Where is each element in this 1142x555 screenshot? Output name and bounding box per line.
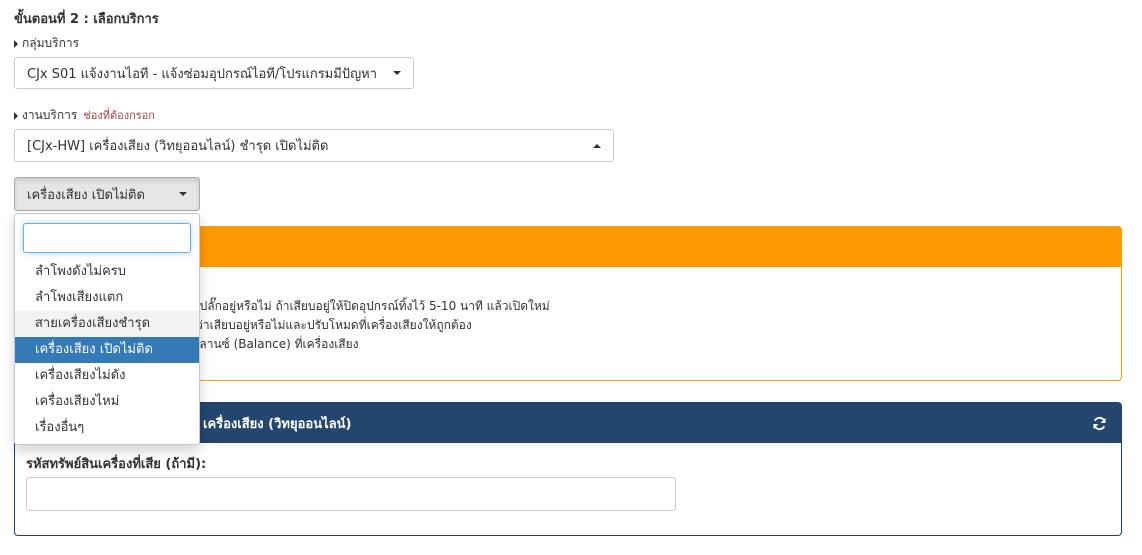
issue-dropdown-button[interactable]: เครื่องเสียง เปิดไม่ติด (14, 177, 200, 211)
service-work-value: [CJx-HW] เครื่องเสียง (วิทยุออนไลน์) ชำร… (27, 139, 329, 154)
chevron-down-icon (393, 71, 401, 75)
asset-code-input[interactable] (26, 477, 676, 511)
asset-code-label: รหัสทรัพย์สินเครื่องที่เสีย (ถ้ามี): (26, 457, 207, 472)
dropdown-search-input[interactable] (23, 223, 191, 253)
required-note: ช่องที่ต้องกรอก (83, 109, 155, 122)
warning-line: ยบปลั๊กอยู่หรือไม่ ถ้าเสียบอยู่ให้ปิดอุป… (185, 299, 550, 313)
service-group-value: CJx S01 แจ้งงานไอที - แจ้งซ่อมอุปกรณ์ไอท… (27, 66, 378, 82)
caret-right-icon (14, 39, 18, 48)
chevron-up-icon (593, 143, 601, 148)
info-panel-title: เครื่องเสียง (วิทยุออนไลน์) (203, 416, 352, 432)
dropdown-option[interactable]: ลำโพงดังไม่ครบ (15, 259, 199, 285)
dropdown-option[interactable]: เครื่องเสียงไหม่ (15, 389, 199, 415)
warning-line: ณว่าเสียบอยู่หรือไม่และปรับโหมดที่เครื่อ… (185, 318, 472, 332)
service-work-label-row: งานบริการ ช่องที่ต้องกรอก (14, 106, 155, 125)
issue-selected-value: เครื่องเสียง เปิดไม่ติด (27, 187, 145, 203)
dropdown-option[interactable]: สายเครื่องเสียงชำรุด (15, 311, 199, 337)
caret-right-icon (14, 111, 18, 120)
warning-line: บาลานซ์ (Balance) ที่เครื่องเสียง (185, 337, 359, 351)
service-work-select[interactable]: [CJx-HW] เครื่องเสียง (วิทยุออนไลน์) ชำร… (14, 129, 614, 162)
service-work-label: งานบริการ (22, 108, 78, 122)
issue-dropdown-menu: ลำโพงดังไม่ครบ ลำโพงเสียงแตก สายเครื่องเ… (14, 213, 200, 445)
step-title: ขั้นตอนที่ 2 : เลือกบริการ (14, 12, 159, 27)
refresh-icon[interactable] (1092, 416, 1107, 431)
dropdown-options-list: ลำโพงดังไม่ครบ ลำโพงเสียงแตก สายเครื่องเ… (15, 259, 199, 441)
dropdown-option[interactable]: เครื่องเสียง เปิดไม่ติด (15, 337, 199, 363)
dropdown-option[interactable]: เครื่องเสียงไม่ดัง (15, 363, 199, 389)
chevron-down-icon (179, 192, 187, 196)
dropdown-option[interactable]: ลำโพงเสียงแตก (15, 285, 199, 311)
service-group-label-row: กลุ่มบริการ (14, 34, 79, 53)
service-group-label: กลุ่มบริการ (22, 36, 80, 50)
service-group-select[interactable]: CJx S01 แจ้งงานไอที - แจ้งซ่อมอุปกรณ์ไอท… (14, 57, 414, 89)
dropdown-option[interactable]: เรื่องอื่นๆ (15, 415, 199, 441)
